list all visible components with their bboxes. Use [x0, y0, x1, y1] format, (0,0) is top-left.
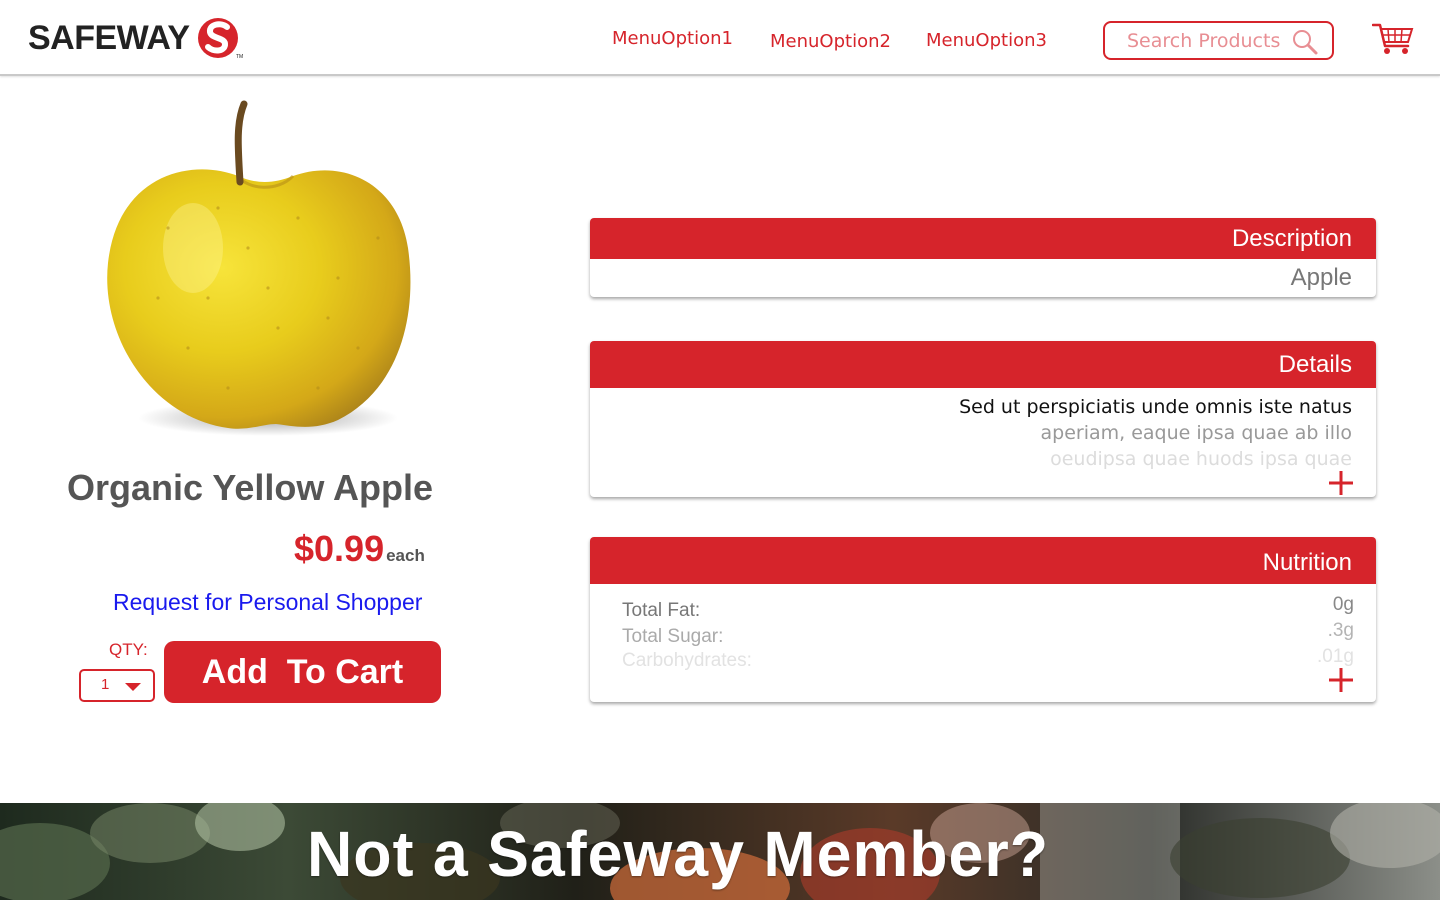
details-card: Details Sed ut perspiciatis unde omnis i…	[590, 341, 1376, 497]
nutrition-row: Carbohydrates: .01g	[622, 646, 1354, 672]
price-block: $0.99 each	[294, 528, 425, 570]
nutrition-row: Total Fat: 0g	[622, 594, 1354, 622]
safeway-s-logo-icon: TM	[197, 18, 243, 60]
logo-wordmark: SAFEWAY	[28, 18, 190, 57]
search-icon[interactable]	[1291, 28, 1319, 56]
banner-title: Not a Safeway Member?	[307, 818, 1050, 890]
details-line: aperiam, eaque ipsa quae ab illo	[1040, 422, 1352, 444]
nutrition-label: Carbohydrates:	[622, 650, 752, 671]
nutrition-label: Total Sugar:	[622, 626, 724, 647]
nav-menu-option-1[interactable]: MenuOption1	[612, 28, 733, 49]
description-text: Apple	[1290, 264, 1352, 291]
membership-banner[interactable]: Not a Safeway Member?	[0, 803, 1440, 900]
nav-menu-option-2[interactable]: MenuOption2	[770, 31, 891, 52]
nutrition-header: Nutrition	[590, 537, 1376, 584]
caret-down-icon	[125, 683, 141, 691]
expand-plus-icon[interactable]	[1328, 667, 1354, 693]
svg-text:TM: TM	[236, 54, 243, 60]
nutrition-label: Total Fat:	[622, 600, 701, 621]
quantity-value: 1	[101, 676, 110, 693]
price-unit: each	[386, 546, 425, 565]
details-header: Details	[590, 341, 1376, 388]
product-title: Organic Yellow Apple	[66, 467, 434, 508]
personal-shopper-link[interactable]: Request for Personal Shopper	[113, 589, 422, 616]
search-box[interactable]	[1103, 21, 1334, 60]
nutrition-row: Total Sugar: .3g	[622, 620, 1354, 648]
description-card: Description Apple	[590, 218, 1376, 297]
details-text: Sed ut perspiciatis unde omnis iste natu…	[832, 394, 1352, 472]
details-line: Sed ut perspiciatis unde omnis iste natu…	[959, 396, 1352, 418]
nutrition-value: 0g	[1332, 594, 1354, 615]
nutrition-value: .01g	[1317, 646, 1354, 667]
expand-plus-icon[interactable]	[1328, 470, 1354, 496]
nav-menu-option-3[interactable]: MenuOption3	[926, 30, 1047, 51]
safeway-logo[interactable]: SAFEWAY TM	[28, 16, 244, 60]
yellow-apple-image	[107, 100, 411, 436]
add-to-cart-button[interactable]: Add To Cart	[164, 641, 441, 703]
product-price: $0.99	[294, 528, 385, 569]
nutrition-card: Nutrition Total Fat: 0g Total Sugar: .3g…	[590, 537, 1376, 702]
site-header: SAFEWAY TM MenuOption1 MenuOption2 MenuO…	[0, 0, 1440, 76]
search-input[interactable]	[1127, 28, 1287, 54]
quantity-dropdown[interactable]: 1	[79, 669, 155, 702]
shopping-cart-icon[interactable]	[1372, 22, 1414, 56]
product-page: SAFEWAY TM MenuOption1 MenuOption2 MenuO…	[0, 0, 1440, 900]
description-header: Description	[590, 218, 1376, 259]
qty-label: QTY:	[109, 640, 148, 659]
details-line: oeudipsa quae huods ipsa quae	[1050, 448, 1352, 470]
nutrition-value: .3g	[1327, 620, 1354, 641]
